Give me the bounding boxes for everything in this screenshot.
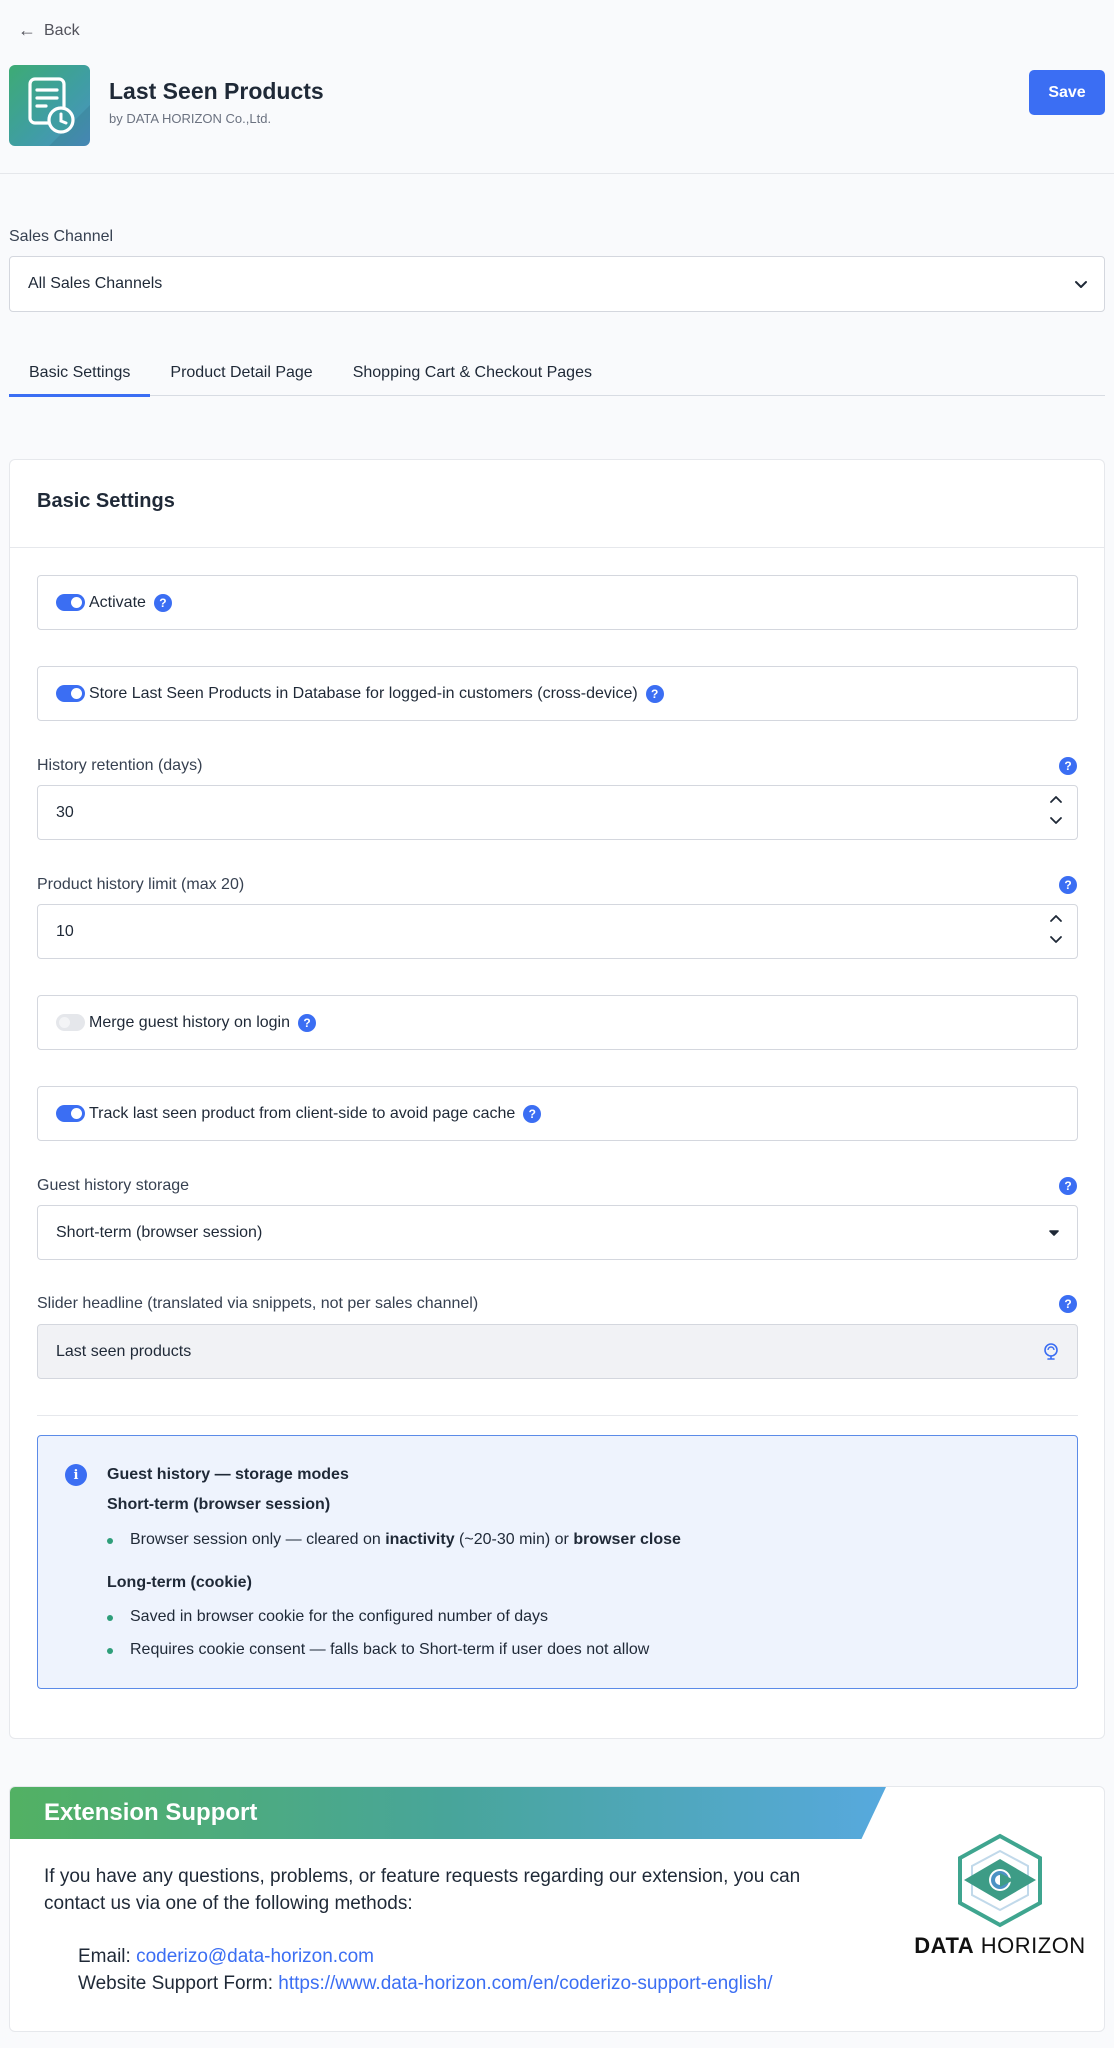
store-db-label: Store Last Seen Products in Database for… [89,684,638,702]
merge-row: Merge guest history on login ? [37,995,1078,1050]
sales-channel-value: All Sales Channels [28,275,163,292]
activate-label: Activate [89,593,146,611]
app-vendor: by DATA HORIZON Co.,Ltd. [109,111,272,126]
merge-toggle[interactable] [56,1014,85,1031]
info-long-heading: Long-term (cookie) [107,1574,252,1591]
form-label: Website Support Form: [78,1973,279,1994]
list-item: Browser session only — cleared on inacti… [107,1530,681,1550]
extension-support-card: Extension Support If you have any questi… [9,1786,1105,2032]
headline-input[interactable]: Last seen products [37,1324,1078,1379]
help-icon[interactable]: ? [1059,757,1077,775]
list-item: Saved in browser cookie for the configur… [107,1607,681,1627]
help-icon[interactable]: ? [1059,1177,1077,1195]
support-form-link[interactable]: https://www.data-horizon.com/en/coderizo… [278,1973,772,1994]
email-label: Email: [78,1946,137,1967]
activate-toggle[interactable] [56,594,85,611]
help-icon[interactable]: ? [523,1104,542,1123]
help-icon[interactable]: ? [645,684,664,703]
sales-channel-select[interactable]: All Sales Channels [9,256,1105,312]
track-row: Track last seen product from client-side… [37,1086,1078,1141]
app-icon [9,65,90,146]
retention-stepper[interactable] [1049,793,1063,827]
store-db-toggle[interactable] [56,685,85,702]
track-toggle[interactable] [56,1105,85,1122]
back-arrow-icon: ← [18,20,36,40]
storage-label: Guest history storage [37,1177,190,1194]
stepper-down-icon[interactable] [1049,813,1063,827]
info-short-heading: Short-term (browser session) [107,1496,331,1513]
help-icon[interactable]: ? [1059,876,1077,894]
back-link[interactable]: ← Back [18,20,80,41]
card-title: Basic Settings [37,490,175,512]
storage-value: Short-term (browser session) [56,1223,263,1241]
limit-input[interactable]: 10 [37,904,1078,959]
stepper-up-icon[interactable] [1049,912,1063,926]
limit-value: 10 [56,922,74,940]
retention-input[interactable]: 30 [37,785,1078,840]
support-contact: Email: coderizo@data-horizon.com Website… [78,1943,773,1997]
app-title: Last Seen Products [109,78,324,104]
retention-label: History retention (days) [37,757,203,774]
store-db-row: Store Last Seen Products in Database for… [37,666,1078,721]
divider [37,1415,1078,1416]
data-horizon-logo: DATA HORIZON [910,1833,1090,1983]
translate-globe-icon[interactable] [1041,1342,1061,1362]
limit-label: Product history limit (max 20) [37,876,245,893]
limit-stepper[interactable] [1049,912,1063,946]
support-title: Extension Support [44,1799,258,1826]
settings-tabs: Basic Settings Product Detail Page Shopp… [9,350,1105,397]
info-title: Guest history — storage modes [107,1466,349,1483]
logo-text-bold: DATA [914,1933,975,1958]
divider [10,547,1104,548]
sales-channel-label: Sales Channel [9,228,114,245]
chevron-down-icon [1049,1229,1059,1236]
stepper-up-icon[interactable] [1049,793,1063,807]
list-item: Requires cookie consent — falls back to … [107,1640,681,1660]
headline-value: Last seen products [56,1342,192,1360]
merge-label: Merge guest history on login [89,1013,290,1031]
info-icon: i [65,1464,87,1486]
help-icon[interactable]: ? [153,593,172,612]
activate-row: Activate ? [37,575,1078,630]
help-icon[interactable]: ? [1059,1295,1077,1313]
support-text: If you have any questions, problems, or … [44,1866,801,1914]
tab-cart-checkout[interactable]: Shopping Cart & Checkout Pages [333,350,612,396]
page-header: ← Back Last Seen Products by DATA HORIZO… [0,0,1114,174]
retention-value: 30 [56,803,74,821]
basic-settings-card: Basic Settings Activate ? Store Last See… [9,459,1105,1739]
logo-text: HORIZON [974,1933,1086,1958]
chevron-down-icon [1075,281,1087,288]
track-label: Track last seen product from client-side… [89,1104,516,1122]
save-button[interactable]: Save [1029,70,1105,115]
storage-modes-info: i Guest history — storage modes Short-te… [37,1435,1078,1689]
help-icon[interactable]: ? [298,1013,316,1032]
stepper-down-icon[interactable] [1049,932,1063,946]
back-label: Back [44,21,80,39]
storage-select[interactable]: Short-term (browser session) [37,1205,1078,1260]
email-link[interactable]: coderizo@data-horizon.com [136,1946,374,1967]
headline-label: Slider headline (translated via snippets… [37,1295,479,1312]
tab-product-detail-page[interactable]: Product Detail Page [150,350,332,396]
tab-basic-settings[interactable]: Basic Settings [9,350,151,397]
